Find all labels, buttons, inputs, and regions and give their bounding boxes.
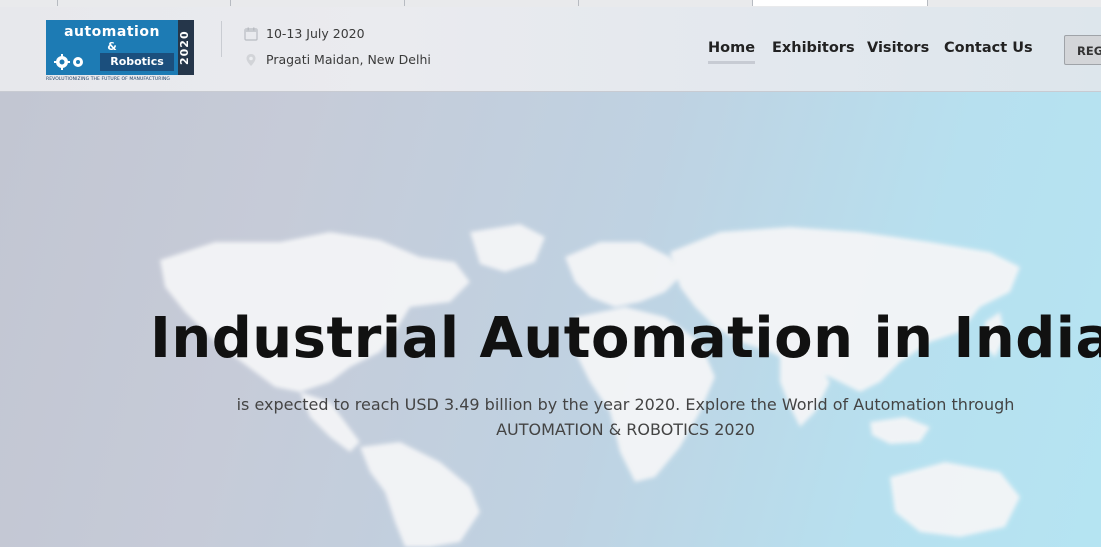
logo-year: 2020 <box>178 20 194 75</box>
browser-tab-active[interactable] <box>752 0 928 6</box>
site-logo[interactable]: automation & Robotics 2020 REVOLUTIONIZI… <box>46 20 194 82</box>
nav-contact-link[interactable]: Contact Us <box>944 40 1033 56</box>
location-pin-icon <box>246 53 256 66</box>
browser-tab[interactable] <box>404 0 579 6</box>
event-venue-row: Pragati Maidan, New Delhi <box>244 52 431 67</box>
hero-subtitle-line-2: AUTOMATION & ROBOTICS 2020 <box>496 420 755 439</box>
browser-tab[interactable] <box>230 0 405 6</box>
site-header: automation & Robotics 2020 REVOLUTIONIZI… <box>0 7 1101 92</box>
browser-tab[interactable] <box>57 0 231 6</box>
logo-ampersand: & <box>107 40 117 53</box>
hero-subtitle-line-1: is expected to reach USD 3.49 billion by… <box>236 395 1015 414</box>
hero-banner: Industrial Automation in India is expect… <box>0 92 1101 547</box>
header-divider <box>221 21 222 57</box>
nav-exhibitors-link[interactable]: Exhibitors <box>772 40 855 56</box>
logo-top-text: automation <box>64 24 160 40</box>
logo-tagline: REVOLUTIONIZING THE FUTURE OF MANUFACTUR… <box>46 77 170 82</box>
event-dates: 10-13 July 2020 <box>266 26 365 41</box>
nav-visitors-link[interactable]: Visitors <box>867 40 929 56</box>
browser-tab[interactable] <box>926 0 1101 6</box>
nav-home-link[interactable]: Home <box>708 40 756 64</box>
logo-block: automation & Robotics <box>46 20 178 75</box>
hero-subtitle: is expected to reach USD 3.49 billion by… <box>150 392 1101 442</box>
gears-icon <box>54 54 83 70</box>
calendar-icon <box>244 27 258 41</box>
register-button[interactable]: REG <box>1064 35 1101 65</box>
event-dates-row: 10-13 July 2020 <box>244 26 365 41</box>
browser-tab[interactable] <box>0 0 58 6</box>
hero-title: Industrial Automation in India <box>150 306 1101 371</box>
browser-tab[interactable] <box>578 0 753 6</box>
logo-bottom-text: Robotics <box>100 53 174 71</box>
event-venue: Pragati Maidan, New Delhi <box>266 52 431 67</box>
